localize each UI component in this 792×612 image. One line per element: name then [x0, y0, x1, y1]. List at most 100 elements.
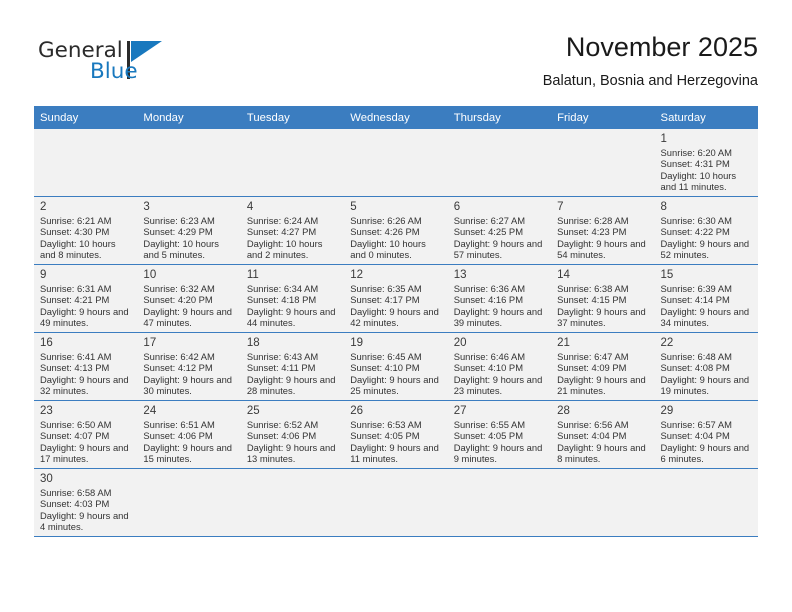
sunset-text: Sunset: 4:03 PM	[40, 498, 110, 510]
title-block: November 2025 Balatun, Bosnia and Herzeg…	[543, 30, 758, 92]
calendar-day-cell[interactable]: 25 Sunrise: 6:52 AM Sunset: 4:06 PM Dayligh…	[240, 400, 345, 469]
calendar-day-cell[interactable]: 12 Sunrise: 6:35 AM Sunset: 4:17 PM Dayligh…	[344, 264, 448, 333]
calendar-day-cell[interactable]: 2 Sunrise: 6:21 AM Sunset: 4:30 PM Daylight…	[34, 196, 138, 265]
day-number: 29	[660, 405, 674, 417]
sunrise-text: Sunrise: 6:51 AM	[143, 419, 215, 430]
day-number: 3	[143, 201, 150, 213]
calendar-day-cell[interactable]: 16 Sunrise: 6:41 AM Sunset: 4:13 PM Dayligh…	[34, 332, 138, 401]
daylight-text: Daylight: 10 hours and 2 minutes.	[246, 237, 323, 261]
page-subtitle: Balatun, Bosnia and Herzegovina	[542, 73, 758, 89]
sunrise-text: Sunrise: 6:48 AM	[660, 351, 732, 362]
weekday-header-wednesday: Wednesday	[344, 106, 448, 129]
calendar-day-cell[interactable]: 23 Sunrise: 6:50 AM Sunset: 4:07 PM Dayligh…	[34, 400, 138, 469]
calendar-day-cell[interactable]: 7 Sunrise: 6:28 AM Sunset: 4:23 PM Daylight…	[551, 196, 655, 265]
sunset-text: Sunset: 4:31 PM	[660, 158, 730, 170]
sunrise-text: Sunrise: 6:32 AM	[143, 283, 215, 294]
day-number: 8	[660, 201, 667, 213]
weekday-header-saturday: Saturday	[654, 106, 758, 129]
day-number: 21	[557, 337, 570, 349]
calendar-day-cell[interactable]: 21 Sunrise: 6:47 AM Sunset: 4:09 PM Dayligh…	[551, 332, 655, 401]
sunrise-text: Sunrise: 6:57 AM	[660, 419, 732, 430]
sunrise-text: Sunrise: 6:21 AM	[40, 215, 112, 226]
day-number: 6	[453, 201, 461, 213]
sunset-text: Sunset: 4:06 PM	[143, 430, 213, 442]
calendar-day-cell[interactable]: 4 Sunrise: 6:24 AM Sunset: 4:27 PM Daylight…	[240, 196, 345, 265]
daylight-text: Daylight: 9 hours and 4 minutes.	[40, 509, 129, 533]
sunset-text: Sunset: 4:10 PM	[453, 362, 523, 374]
calendar-day-cell[interactable]: 28 Sunrise: 6:56 AM Sunset: 4:04 PM Dayligh…	[551, 400, 655, 469]
calendar-week-row: 23 Sunrise: 6:50 AM Sunset: 4:07 PM Dayligh…	[34, 400, 758, 469]
daylight-text: Daylight: 9 hours and 9 minutes.	[453, 441, 543, 465]
weekday-header-sunday: Sunday	[34, 106, 138, 129]
daylight-text: Daylight: 10 hours and 5 minutes.	[143, 237, 219, 261]
sunrise-text: Sunrise: 6:45 AM	[350, 351, 422, 362]
sunset-text: Sunset: 4:23 PM	[557, 226, 627, 238]
calendar-day-cell[interactable]: 27 Sunrise: 6:55 AM Sunset: 4:05 PM Dayligh…	[447, 400, 552, 469]
calendar-day-cell[interactable]: 19 Sunrise: 6:45 AM Sunset: 4:10 PM Dayligh…	[344, 332, 448, 401]
calendar-day-cell[interactable]: 3 Sunrise: 6:23 AM Sunset: 4:29 PM Daylight…	[137, 196, 241, 265]
calendar-cell-empty	[240, 468, 345, 537]
general-blue-logo[interactable]: General Blue	[34, 36, 254, 94]
calendar-day-cell[interactable]: 13 Sunrise: 6:36 AM Sunset: 4:16 PM Dayligh…	[447, 264, 552, 333]
calendar-week-row: 2 Sunrise: 6:21 AM Sunset: 4:30 PM Daylight…	[34, 196, 758, 265]
sunset-text: Sunset: 4:15 PM	[557, 294, 627, 306]
sunset-text: Sunset: 4:05 PM	[453, 430, 523, 442]
calendar-day-cell[interactable]: 18 Sunrise: 6:43 AM Sunset: 4:11 PM Dayligh…	[240, 332, 345, 401]
calendar-day-cell[interactable]: 22 Sunrise: 6:48 AM Sunset: 4:08 PM Dayligh…	[654, 332, 758, 401]
day-number: 14	[557, 269, 570, 281]
sunset-text: Sunset: 4:27 PM	[246, 226, 317, 238]
daylight-text: Daylight: 9 hours and 47 minutes.	[143, 305, 233, 329]
daylight-text: Daylight: 9 hours and 8 minutes.	[557, 441, 646, 465]
daylight-text: Daylight: 9 hours and 39 minutes.	[453, 305, 543, 329]
sunset-text: Sunset: 4:10 PM	[350, 362, 420, 374]
calendar-day-cell[interactable]: 8 Sunrise: 6:30 AM Sunset: 4:22 PM Daylight…	[654, 196, 758, 265]
calendar-cell-empty	[344, 129, 448, 197]
day-number: 9	[40, 269, 47, 281]
calendar-day-cell[interactable]: 1 Sunrise: 6:20 AM Sunset: 4:31 PM Daylight…	[654, 129, 758, 197]
calendar-cell-empty	[654, 468, 758, 537]
sunset-text: Sunset: 4:26 PM	[350, 226, 420, 238]
day-number: 17	[143, 337, 157, 349]
calendar-cell-empty	[551, 468, 655, 537]
sunrise-text: Sunrise: 6:58 AM	[40, 487, 112, 498]
daylight-text: Daylight: 9 hours and 49 minutes.	[40, 305, 129, 329]
sunset-text: Sunset: 4:25 PM	[453, 226, 523, 238]
weekday-header-monday: Monday	[137, 106, 241, 129]
sunrise-text: Sunrise: 6:31 AM	[40, 283, 112, 294]
calendar-day-cell[interactable]: 6 Sunrise: 6:27 AM Sunset: 4:25 PM Daylight…	[447, 196, 552, 265]
sunrise-text: Sunrise: 6:30 AM	[660, 215, 732, 226]
calendar-day-cell[interactable]: 11 Sunrise: 6:34 AM Sunset: 4:18 PM Dayligh…	[240, 264, 345, 333]
sunset-text: Sunset: 4:20 PM	[143, 294, 213, 306]
calendar-day-cell[interactable]: 9 Sunrise: 6:31 AM Sunset: 4:21 PM Daylight…	[34, 264, 138, 333]
sunset-text: Sunset: 4:17 PM	[350, 294, 420, 306]
daylight-text: Daylight: 9 hours and 28 minutes.	[246, 373, 336, 397]
day-number: 28	[557, 405, 570, 417]
calendar-day-cell[interactable]: 5 Sunrise: 6:26 AM Sunset: 4:26 PM Daylight…	[344, 196, 448, 265]
sunrise-text: Sunrise: 6:28 AM	[557, 215, 629, 226]
daylight-text: Daylight: 9 hours and 15 minutes.	[143, 441, 233, 465]
calendar-day-cell[interactable]: 14 Sunrise: 6:38 AM Sunset: 4:15 PM Dayligh…	[551, 264, 655, 333]
day-number: 11	[246, 269, 259, 281]
calendar-day-cell[interactable]: 30 Sunrise: 6:58 AM Sunset: 4:03 PM Dayligh…	[34, 468, 138, 537]
calendar-day-cell[interactable]: 24 Sunrise: 6:51 AM Sunset: 4:06 PM Dayligh…	[137, 400, 241, 469]
calendar-day-cell[interactable]: 10 Sunrise: 6:32 AM Sunset: 4:20 PM Dayligh…	[137, 264, 241, 333]
day-number: 23	[40, 405, 53, 417]
sunrise-text: Sunrise: 6:50 AM	[40, 419, 112, 430]
calendar-day-cell[interactable]: 20 Sunrise: 6:46 AM Sunset: 4:10 PM Dayligh…	[447, 332, 552, 401]
sunrise-text: Sunrise: 6:41 AM	[40, 351, 112, 362]
sunrise-text: Sunrise: 6:23 AM	[143, 215, 215, 226]
day-number: 30	[40, 473, 53, 485]
calendar-grid: Sunday Monday Tuesday Wednesday Thursday…	[34, 106, 758, 537]
sunrise-text: Sunrise: 6:39 AM	[660, 283, 732, 294]
sunrise-text: Sunrise: 6:46 AM	[453, 351, 526, 362]
day-number: 2	[40, 201, 47, 213]
calendar-day-cell[interactable]: 17 Sunrise: 6:42 AM Sunset: 4:12 PM Dayligh…	[137, 332, 241, 401]
daylight-text: Daylight: 9 hours and 6 minutes.	[660, 441, 750, 465]
day-number: 20	[453, 337, 467, 349]
daylight-text: Daylight: 9 hours and 37 minutes.	[557, 305, 646, 329]
calendar-day-cell[interactable]: 29 Sunrise: 6:57 AM Sunset: 4:04 PM Dayligh…	[654, 400, 758, 469]
day-number: 5	[350, 201, 357, 213]
calendar-day-cell[interactable]: 26 Sunrise: 6:53 AM Sunset: 4:05 PM Dayligh…	[344, 400, 448, 469]
daylight-text: Daylight: 9 hours and 44 minutes.	[246, 305, 336, 329]
calendar-day-cell[interactable]: 15 Sunrise: 6:39 AM Sunset: 4:14 PM Dayligh…	[654, 264, 758, 333]
